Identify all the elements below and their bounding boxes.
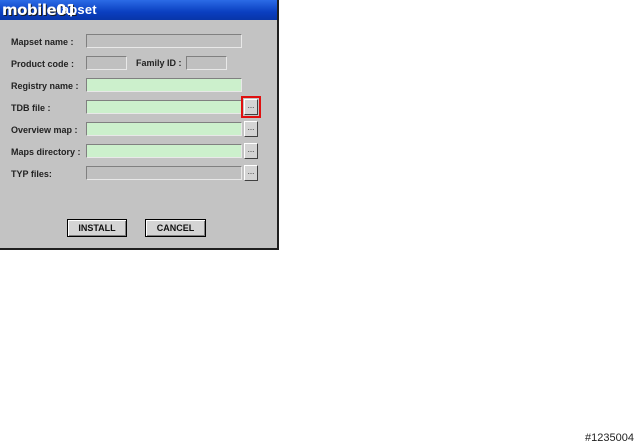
- mapset-name-label: Mapset name :: [11, 37, 74, 47]
- maps-directory-field[interactable]: [86, 144, 242, 158]
- mapset-dialog: mobile01 lapset Mapset name : Product co…: [0, 0, 279, 250]
- overview-map-browse-button[interactable]: ...: [244, 121, 258, 137]
- overview-map-field[interactable]: [86, 122, 242, 136]
- mapset-name-field[interactable]: [86, 34, 242, 48]
- tdb-file-label: TDB file :: [11, 103, 51, 113]
- product-code-label: Product code :: [11, 59, 75, 69]
- typ-files-field[interactable]: [86, 166, 242, 180]
- registry-name-field[interactable]: [86, 78, 242, 92]
- tdb-file-browse-button[interactable]: ...: [241, 96, 261, 118]
- maps-directory-label: Maps directory :: [11, 147, 81, 157]
- typ-files-browse-button[interactable]: ...: [244, 165, 258, 181]
- product-code-field[interactable]: [86, 56, 127, 70]
- title-bar[interactable]: mobile01 lapset: [0, 0, 277, 20]
- cancel-button[interactable]: CANCEL: [145, 219, 206, 237]
- overview-map-label: Overview map :: [11, 125, 78, 135]
- typ-files-label: TYP files:: [11, 169, 52, 179]
- family-id-label: Family ID :: [136, 58, 182, 68]
- registry-name-label: Registry name :: [11, 81, 79, 91]
- window-title: lapset: [58, 2, 97, 17]
- family-id-field[interactable]: [186, 56, 227, 70]
- maps-directory-browse-button[interactable]: ...: [244, 143, 258, 159]
- watermark-text: #1235004: [585, 432, 634, 444]
- tdb-file-field[interactable]: [86, 100, 242, 114]
- install-button[interactable]: INSTALL: [67, 219, 127, 237]
